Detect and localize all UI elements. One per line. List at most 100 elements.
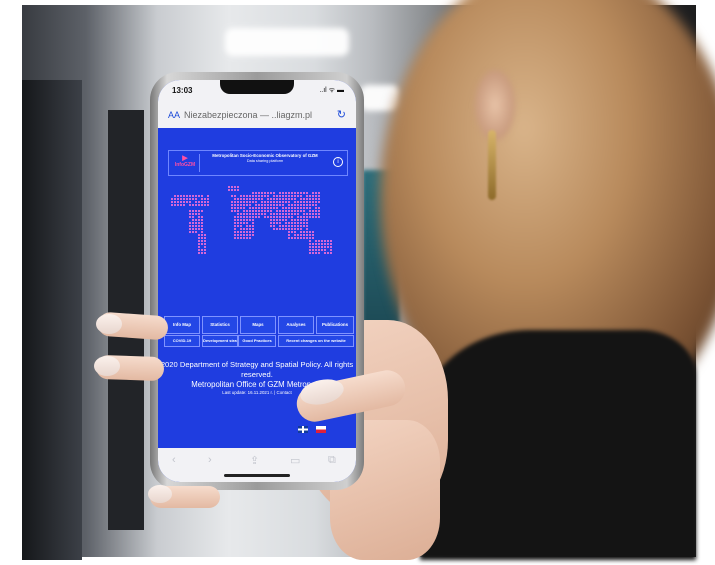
map-dot [300,222,302,224]
sub-button-covid[interactable]: COVID-19 [164,335,200,347]
forward-icon[interactable]: › [208,454,212,466]
map-dot [240,222,242,224]
info-icon[interactable]: i [333,157,343,167]
map-dot [273,195,275,197]
map-dot [192,204,194,206]
map-dot [288,228,290,230]
map-dot [324,252,326,254]
map-dot [297,201,299,203]
map-dot [303,219,305,221]
map-dot [279,201,281,203]
map-dot [315,201,317,203]
map-dot [282,213,284,215]
nav-button-maps[interactable]: Maps [240,316,276,334]
map-dot [204,237,206,239]
map-dot [246,237,248,239]
map-dot [246,222,248,224]
map-dot [243,195,245,197]
share-icon[interactable]: ⇪ [250,454,259,467]
map-dot [291,222,293,224]
map-dot [285,198,287,200]
map-dot [171,198,173,200]
map-dot [207,201,209,203]
map-dot [186,195,188,197]
map-dot [234,234,236,236]
map-dot [252,210,254,212]
infogzm-logo[interactable]: ▶ InfoGZM [173,155,197,171]
map-dot [240,228,242,230]
map-dot [309,210,311,212]
map-dot [267,204,269,206]
map-dot [195,213,197,215]
reader-aa-button[interactable]: AA [168,110,180,120]
map-dot [276,222,278,224]
map-dot [312,195,314,197]
pl-flag-icon[interactable] [316,426,327,433]
sub-button-good-practices[interactable]: Good Practices [238,335,276,347]
address-bar[interactable]: AA Niezabezpieczona — ..liagzm.pl ↻ [158,102,356,129]
map-dot [189,228,191,230]
map-dot [255,207,257,209]
map-dot [303,222,305,224]
map-dot [300,207,302,209]
nav-button-analyses[interactable]: Analyses [278,316,314,334]
map-dot [192,222,194,224]
map-dot [315,246,317,248]
header-subtitle: Data sharing platform [246,158,284,163]
sub-button-recent-changes[interactable]: Recent changes on the website [278,335,354,347]
map-dot [255,216,257,218]
map-dot [285,216,287,218]
map-dot [270,201,272,203]
map-dot [204,252,206,254]
map-dot [231,186,233,188]
map-dot [297,192,299,194]
map-dot [201,243,203,245]
map-dot [306,225,308,227]
map-dot [201,252,203,254]
map-dot [243,222,245,224]
map-dot [294,207,296,209]
map-dot [246,204,248,206]
tabs-icon[interactable]: ⧉ [328,454,336,467]
map-dot [264,192,266,194]
uk-flag-icon[interactable] [298,426,308,433]
nav-button-statistics[interactable]: Statistics [202,316,238,334]
map-dot [318,249,320,251]
map-dot [201,225,203,227]
map-dot [243,228,245,230]
map-dot [204,198,206,200]
map-dot [243,204,245,206]
map-dot [294,234,296,236]
map-dot [234,198,236,200]
map-dot [240,213,242,215]
map-dot [312,234,314,236]
map-dot [285,207,287,209]
map-dot [315,195,317,197]
map-dot [174,201,176,203]
map-dot [234,189,236,191]
map-dot [330,246,332,248]
map-dot [237,204,239,206]
bookmarks-icon[interactable]: ▭ [290,454,300,467]
notch [220,80,294,94]
url-text[interactable]: Niezabezpieczona — ..liagzm.pl [184,110,312,120]
map-dot [246,213,248,215]
sub-button-strategy[interactable]: Development strategy [202,335,238,347]
back-icon[interactable]: ‹ [172,454,176,466]
map-dot [255,195,257,197]
map-dot [309,243,311,245]
reload-icon[interactable]: ↻ [337,108,346,121]
map-dot [198,252,200,254]
nav-button-publications[interactable]: Publications [316,316,354,334]
map-dot [252,201,254,203]
map-dot [309,237,311,239]
map-dot [297,219,299,221]
nav-button-info-map[interactable]: Info Map [164,316,200,334]
map-dot [276,216,278,218]
map-dot [198,225,200,227]
map-dot [282,195,284,197]
map-dot [237,198,239,200]
map-dot [282,228,284,230]
map-dot [234,222,236,224]
map-dot [240,237,242,239]
